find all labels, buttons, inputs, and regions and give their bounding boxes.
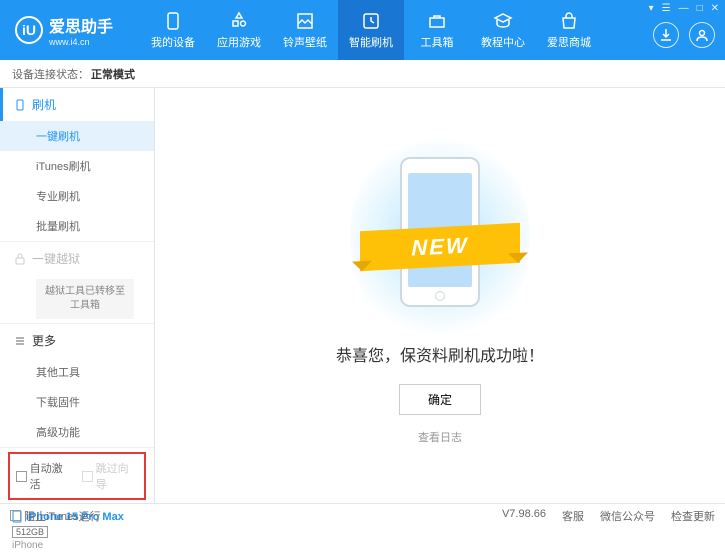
footer-link-wechat[interactable]: 微信公众号 [600,508,655,524]
sidebar-section-jailbreak: 一键越狱 [0,242,154,275]
more-icon [14,335,26,347]
nav-flash[interactable]: 智能刷机 [338,0,404,60]
dropdown-icon[interactable]: ▾ [649,3,654,14]
sidebar-item-more-0[interactable]: 其他工具 [0,357,154,387]
sidebar-item-flash-2[interactable]: 专业刷机 [0,181,154,211]
sidebar-item-flash-1[interactable]: iTunes刷机 [0,151,154,181]
sidebar-section-flash[interactable]: 刷机 [0,88,154,121]
logo-icon: iU [15,16,43,44]
nav-tutorial[interactable]: 教程中心 [470,0,536,60]
flash-icon [361,11,381,31]
sidebar-item-flash-0[interactable]: 一键刷机 [0,121,154,151]
app-url: www.i4.cn [49,37,113,47]
nav-toolbox[interactable]: 工具箱 [404,0,470,60]
nav-apps[interactable]: 应用游戏 [206,0,272,60]
minimize-button[interactable]: — [679,3,689,14]
device-type: iPhone [12,540,142,551]
sidebar-item-more-1[interactable]: 下载固件 [0,387,154,417]
main-nav: 我的设备应用游戏铃声壁纸智能刷机工具箱教程中心爱思商城 [140,0,602,60]
phone-icon [14,99,26,111]
window-controls: ▾ ☰ — □ ✕ [649,3,719,14]
version-label: V7.98.66 [502,508,546,524]
lock-icon [14,253,26,265]
nav-device[interactable]: 我的设备 [140,0,206,60]
jailbreak-note: 越狱工具已转移至 工具箱 [36,279,134,319]
storage-badge: 512GB [12,526,48,538]
device-icon [163,11,183,31]
footer-link-support[interactable]: 客服 [562,508,584,524]
nav-wallpaper[interactable]: 铃声壁纸 [272,0,338,60]
sidebar-section-more[interactable]: 更多 [0,324,154,357]
sidebar-item-flash-3[interactable]: 批量刷机 [0,211,154,241]
options-row: 自动激活 跳过向导 [8,452,146,500]
main-content: NEW 恭喜您，保资料刷机成功啦！ 确定 查看日志 [155,88,725,503]
success-illustration: NEW [370,147,510,327]
close-button[interactable]: ✕ [711,3,719,14]
block-itunes-checkbox[interactable]: 阻止iTunes运行 [10,508,101,524]
view-log-link[interactable]: 查看日志 [418,429,462,445]
status-bar: 设备连接状态：正常模式 [0,60,725,88]
footer-link-update[interactable]: 检查更新 [671,508,715,524]
maximize-button[interactable]: □ [697,3,703,14]
nav-store[interactable]: 爱思商城 [536,0,602,60]
store-icon [559,11,579,31]
download-icon[interactable] [653,22,679,48]
sidebar: 刷机 一键刷机iTunes刷机专业刷机批量刷机 一键越狱 越狱工具已转移至 工具… [0,88,155,503]
app-title: 爱思助手 [49,13,113,37]
new-ribbon: NEW [360,222,520,270]
list-icon[interactable]: ☰ [662,3,671,14]
auto-activate-checkbox[interactable]: 自动激活 [16,460,72,492]
sidebar-item-more-2[interactable]: 高级功能 [0,417,154,447]
skip-guide-checkbox: 跳过向导 [82,460,138,492]
toolbox-icon [427,11,447,31]
app-header: iU 爱思助手 www.i4.cn 我的设备应用游戏铃声壁纸智能刷机工具箱教程中… [0,0,725,60]
apps-icon [229,11,249,31]
wallpaper-icon [295,11,315,31]
tutorial-icon [493,11,513,31]
logo-area: iU 爱思助手 www.i4.cn [0,13,140,47]
user-icon[interactable] [689,22,715,48]
ok-button[interactable]: 确定 [399,384,481,415]
